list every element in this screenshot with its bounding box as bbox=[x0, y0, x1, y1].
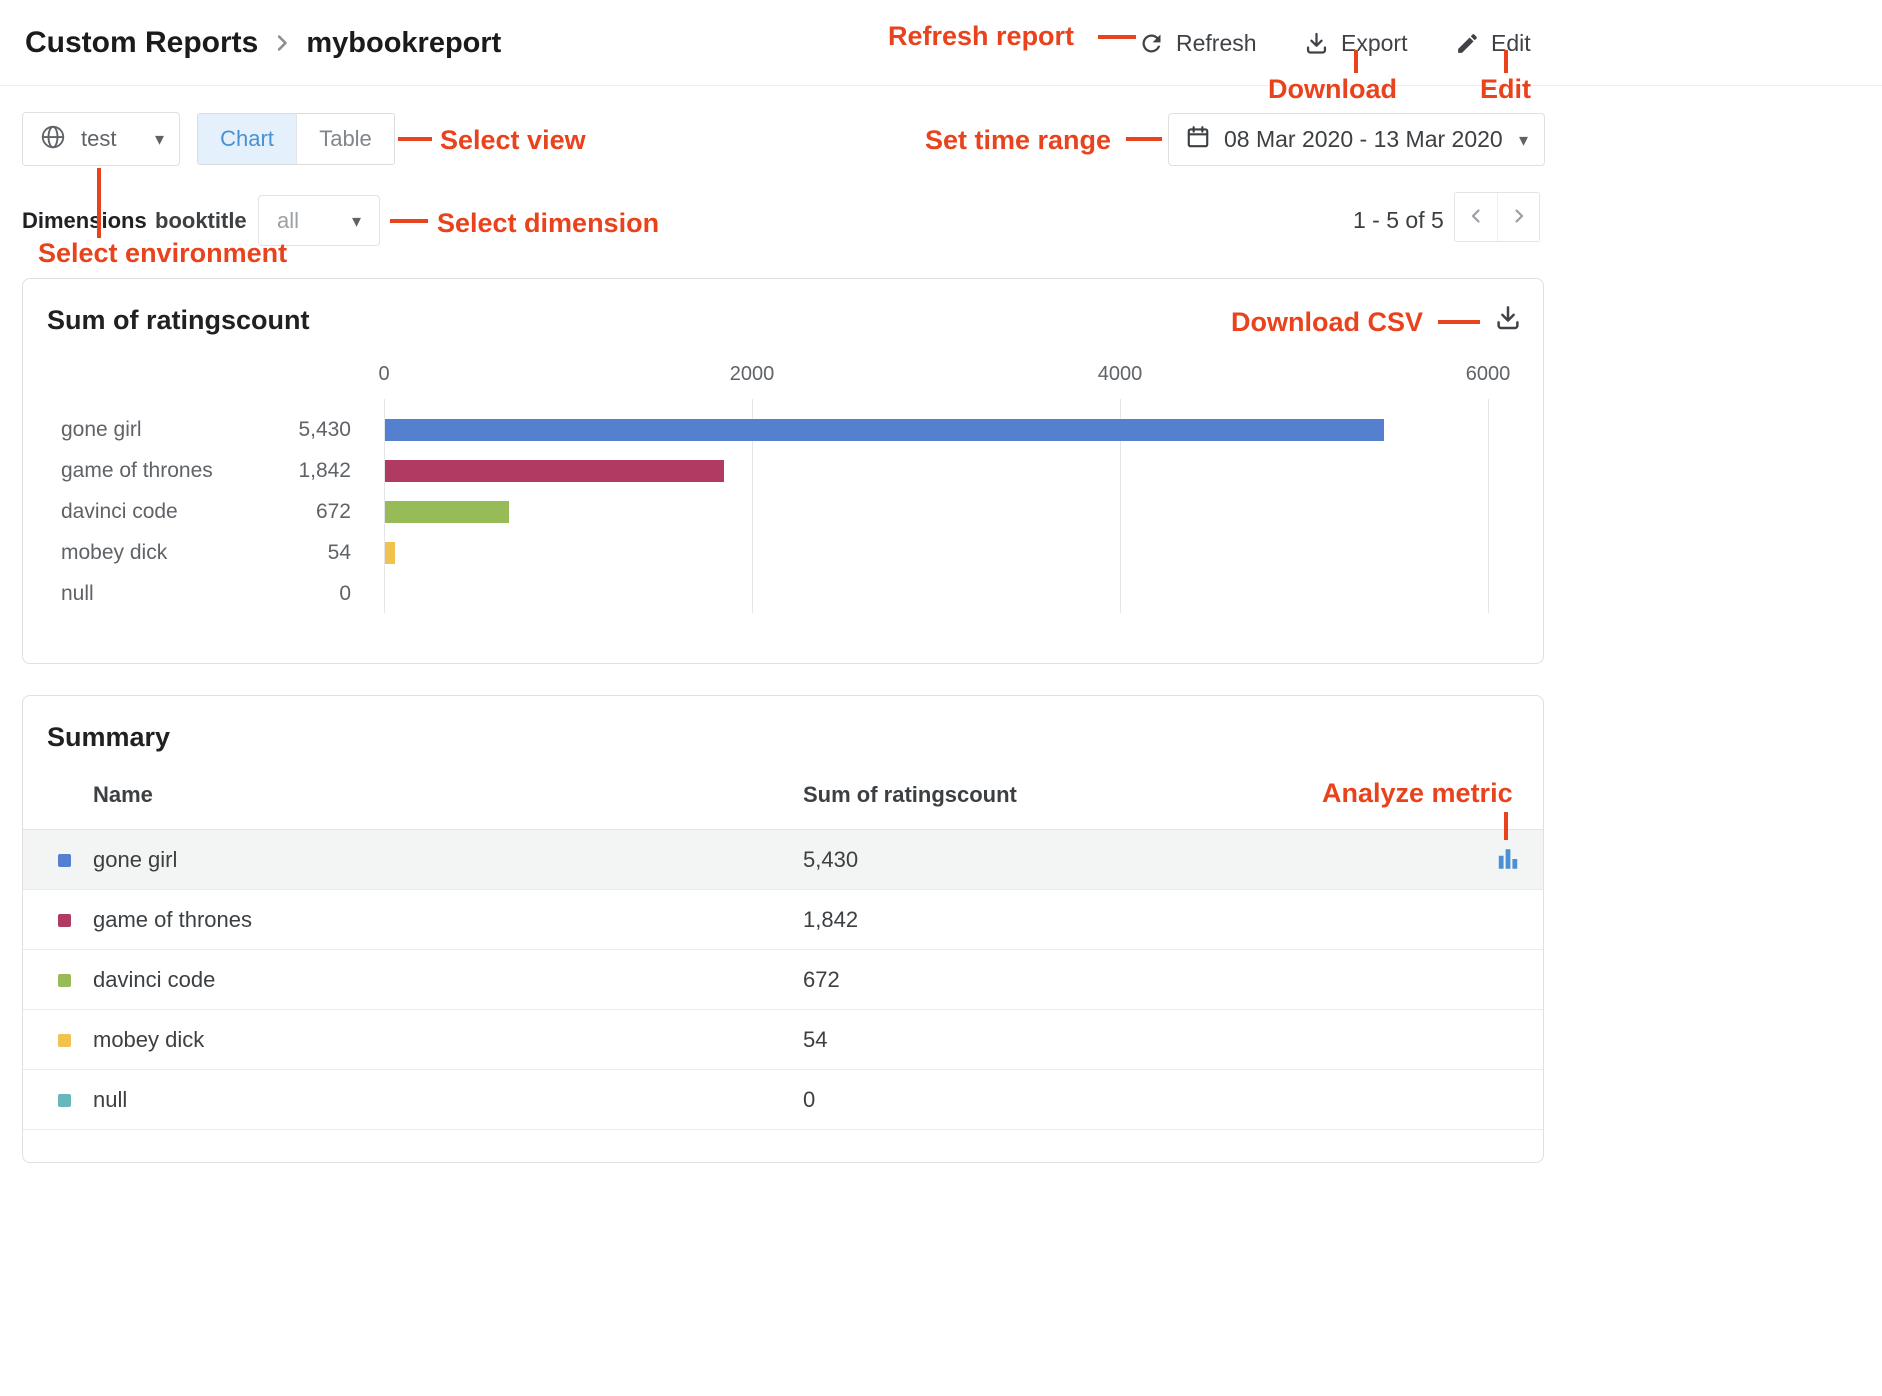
annotation-line bbox=[1504, 50, 1508, 73]
annotation-select-dimension: Select dimension bbox=[437, 208, 659, 239]
row-name: null bbox=[93, 1070, 127, 1130]
row-name: mobey dick bbox=[93, 1010, 204, 1070]
pagination-status: 1 - 5 of 5 bbox=[1353, 196, 1444, 244]
download-icon bbox=[1303, 30, 1330, 57]
chevron-down-icon: ▾ bbox=[1519, 131, 1528, 149]
annotation-line bbox=[1354, 50, 1358, 73]
analyze-metric-icon[interactable] bbox=[1495, 846, 1521, 877]
table-row[interactable]: null 0 bbox=[23, 1070, 1543, 1130]
chart-category-label: null bbox=[61, 583, 94, 605]
custom-report-page: Custom Reports mybookreport Refresh Expo… bbox=[0, 0, 1882, 1396]
tab-chart[interactable]: Chart bbox=[198, 114, 296, 164]
x-axis-tick-label: 0 bbox=[378, 363, 389, 386]
environment-dropdown[interactable]: test ▾ bbox=[22, 112, 180, 166]
calendar-icon bbox=[1185, 124, 1211, 156]
chevron-right-icon bbox=[268, 29, 296, 57]
summary-card: Summary Name Sum of ratingscount gone gi… bbox=[22, 695, 1544, 1163]
x-axis-tick-label: 2000 bbox=[730, 363, 775, 386]
summary-table: gone girl5,430game of thrones1,842davinc… bbox=[23, 829, 1543, 1130]
annotation-line bbox=[97, 168, 101, 238]
row-name: davinci code bbox=[93, 950, 215, 1010]
breadcrumb-current: mybookreport bbox=[306, 27, 501, 60]
pagination-next-button[interactable] bbox=[1497, 193, 1539, 241]
edit-label: Edit bbox=[1491, 30, 1531, 57]
annotation-line bbox=[1438, 320, 1480, 324]
breadcrumb: Custom Reports mybookreport bbox=[25, 0, 501, 86]
chart-bar[interactable] bbox=[385, 542, 395, 564]
pencil-icon bbox=[1455, 31, 1480, 56]
annotation-download-csv: Download CSV bbox=[1231, 307, 1423, 338]
refresh-icon bbox=[1138, 30, 1165, 57]
chevron-down-icon: ▾ bbox=[352, 212, 361, 230]
row-name: game of thrones bbox=[93, 890, 252, 950]
refresh-label: Refresh bbox=[1176, 30, 1257, 57]
row-value: 672 bbox=[803, 950, 840, 1010]
annotation-download: Download bbox=[1268, 74, 1397, 105]
chart-value-label: 1,842 bbox=[193, 460, 351, 482]
chart-category-label: mobey dick bbox=[61, 542, 167, 564]
breadcrumb-root[interactable]: Custom Reports bbox=[25, 26, 258, 60]
row-value: 0 bbox=[803, 1070, 815, 1130]
chart-value-label: 54 bbox=[193, 542, 351, 564]
legend-swatch bbox=[58, 974, 71, 987]
table-row[interactable]: gone girl 5,430 bbox=[23, 830, 1543, 890]
chart-value-label: 5,430 bbox=[193, 419, 351, 441]
chart-category-label: game of thrones bbox=[61, 460, 213, 482]
annotation-refresh-report: Refresh report bbox=[888, 21, 1074, 52]
column-header-value: Sum of ratingscount bbox=[803, 782, 1017, 808]
annotation-line bbox=[1126, 137, 1162, 141]
export-label: Export bbox=[1341, 30, 1407, 57]
annotation-line bbox=[390, 219, 428, 223]
chevron-right-icon bbox=[1507, 204, 1531, 231]
annotation-analyze-metric: Analyze metric bbox=[1322, 778, 1513, 809]
chart-value-label: 0 bbox=[193, 583, 351, 605]
annotation-line bbox=[1098, 35, 1136, 39]
chart-category-label: davinci code bbox=[61, 501, 178, 523]
table-row[interactable]: mobey dick 54 bbox=[23, 1010, 1543, 1070]
tab-table[interactable]: Table bbox=[296, 114, 394, 164]
pagination bbox=[1454, 192, 1540, 242]
legend-swatch bbox=[58, 1034, 71, 1047]
table-row[interactable]: game of thrones 1,842 bbox=[23, 890, 1543, 950]
pagination-prev-button[interactable] bbox=[1455, 193, 1497, 241]
view-toggle: Chart Table bbox=[197, 113, 395, 165]
annotation-select-view: Select view bbox=[440, 125, 586, 156]
summary-title: Summary bbox=[47, 722, 170, 753]
annotation-line bbox=[1504, 812, 1508, 840]
chart-category-label: gone girl bbox=[61, 419, 142, 441]
row-value: 54 bbox=[803, 1010, 827, 1070]
column-header-name: Name bbox=[93, 782, 153, 808]
date-range-picker[interactable]: 08 Mar 2020 - 13 Mar 2020 ▾ bbox=[1168, 113, 1545, 166]
annotation-set-time-range: Set time range bbox=[925, 125, 1111, 156]
table-row[interactable]: davinci code 672 bbox=[23, 950, 1543, 1010]
chart-bar[interactable] bbox=[385, 460, 724, 482]
annotation-line bbox=[398, 137, 432, 141]
dimension-selected-value: all bbox=[277, 208, 299, 234]
x-axis-tick-label: 6000 bbox=[1466, 363, 1511, 386]
chevron-down-icon: ▾ bbox=[155, 130, 164, 148]
legend-swatch bbox=[58, 854, 71, 867]
legend-swatch bbox=[58, 1094, 71, 1107]
globe-icon bbox=[38, 122, 68, 157]
row-value: 1,842 bbox=[803, 890, 858, 950]
annotation-edit: Edit bbox=[1480, 74, 1531, 105]
chevron-left-icon bbox=[1464, 204, 1488, 231]
legend-swatch bbox=[58, 914, 71, 927]
environment-value: test bbox=[81, 126, 116, 152]
chart-value-label: 672 bbox=[193, 501, 351, 523]
gridline bbox=[1488, 399, 1489, 613]
row-value: 5,430 bbox=[803, 830, 858, 890]
x-axis-tick-label: 4000 bbox=[1098, 363, 1143, 386]
refresh-button[interactable]: Refresh bbox=[1138, 0, 1257, 86]
chart-bar[interactable] bbox=[385, 501, 509, 523]
annotation-select-environment: Select environment bbox=[38, 238, 287, 269]
chart-bar[interactable] bbox=[385, 419, 1384, 441]
date-range-value: 08 Mar 2020 - 13 Mar 2020 bbox=[1224, 126, 1503, 153]
row-name: gone girl bbox=[93, 830, 177, 890]
